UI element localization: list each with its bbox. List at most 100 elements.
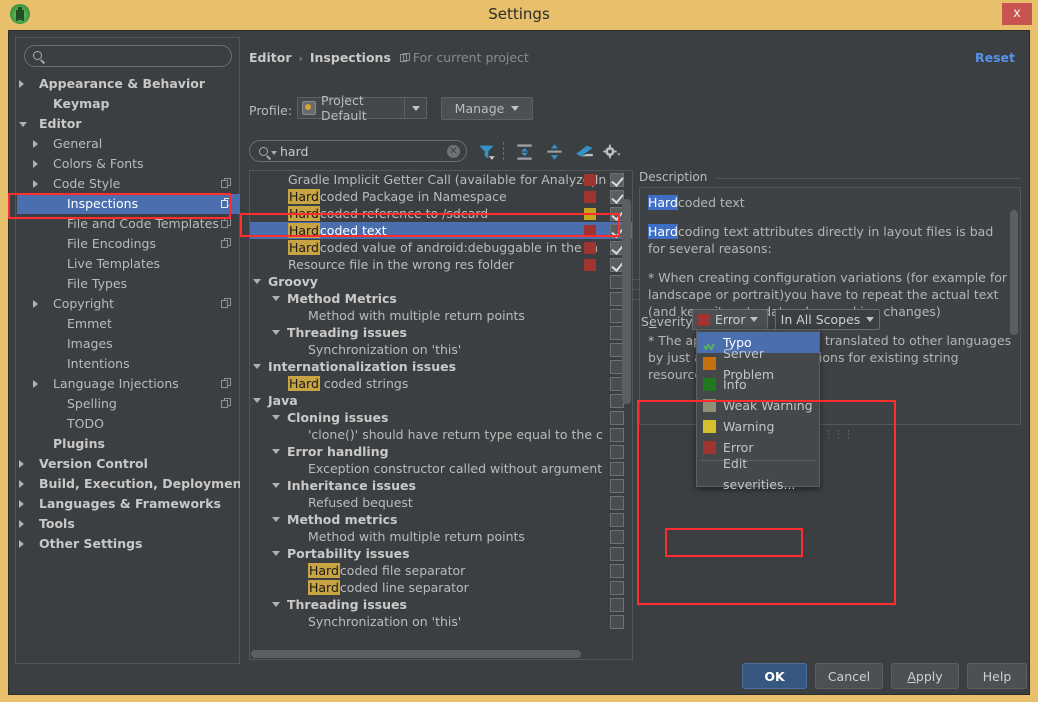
sidebar-item-inspections[interactable]: Inspections: [17, 194, 240, 214]
chevron-down-icon[interactable]: [19, 122, 27, 131]
chevron-down-icon[interactable]: [271, 151, 277, 155]
inspection-checkbox[interactable]: [610, 547, 624, 561]
inspection-row[interactable]: Groovy: [250, 273, 632, 290]
inspection-checkbox[interactable]: [610, 513, 624, 527]
sidebar-item-file-encodings[interactable]: File Encodings: [17, 234, 240, 254]
chevron-down-icon[interactable]: [272, 517, 280, 522]
inspection-checkbox[interactable]: [610, 445, 624, 459]
severity-option-warning[interactable]: Warning: [697, 416, 819, 437]
chevron-down-icon[interactable]: [272, 330, 280, 335]
sidebar-item-editor[interactable]: Editor: [17, 114, 240, 134]
inspection-row[interactable]: Portability issues: [250, 545, 632, 562]
inspection-row[interactable]: Hardcoded text: [250, 222, 632, 239]
sidebar-item-emmet[interactable]: Emmet: [17, 314, 240, 334]
resize-grip-horizontal[interactable]: ⋮⋮⋮⋮: [814, 430, 854, 440]
sidebar-search-input[interactable]: [24, 45, 232, 67]
inspection-search-input[interactable]: hard ✕: [249, 140, 467, 162]
sidebar-item-languages-frameworks[interactable]: Languages & Frameworks: [17, 494, 240, 514]
inspection-row[interactable]: Java: [250, 392, 632, 409]
inspection-row[interactable]: Cloning issues: [250, 409, 632, 426]
chevron-right-icon[interactable]: [19, 500, 24, 508]
inspection-row[interactable]: Synchronization on 'this': [250, 613, 632, 630]
manage-button[interactable]: Manage: [441, 97, 533, 120]
apply-button[interactable]: Apply: [891, 663, 959, 689]
resize-grip-vertical[interactable]: ⋮⋮⋮: [630, 275, 640, 305]
ok-button[interactable]: OK: [742, 663, 807, 689]
sidebar-item-other-settings[interactable]: Other Settings: [17, 534, 240, 554]
chevron-right-icon[interactable]: [19, 520, 24, 528]
clear-icon[interactable]: ✕: [447, 145, 460, 158]
profile-dropdown-arrow[interactable]: [404, 98, 426, 118]
eraser-icon[interactable]: [575, 142, 594, 161]
chevron-right-icon[interactable]: [33, 160, 38, 168]
inspection-checkbox[interactable]: [610, 479, 624, 493]
filter-icon[interactable]: [477, 142, 496, 161]
inspection-row[interactable]: Hard coded strings: [250, 375, 632, 392]
breadcrumb-root[interactable]: Editor: [249, 50, 292, 65]
inspection-row[interactable]: Method metrics: [250, 511, 632, 528]
chevron-down-icon[interactable]: [272, 296, 280, 301]
chevron-down-icon[interactable]: [253, 364, 261, 369]
chevron-down-icon[interactable]: [272, 483, 280, 488]
sidebar-item-images[interactable]: Images: [17, 334, 240, 354]
chevron-down-icon[interactable]: [272, 449, 280, 454]
inspection-row[interactable]: Threading issues: [250, 324, 632, 341]
chevron-right-icon[interactable]: [19, 80, 24, 88]
inspection-list[interactable]: Gradle Implicit Getter Call (available f…: [249, 170, 633, 660]
chevron-right-icon[interactable]: [19, 480, 24, 488]
inspection-row[interactable]: Synchronization on 'this': [250, 341, 632, 358]
sidebar-item-code-style[interactable]: Code Style: [17, 174, 240, 194]
help-button[interactable]: Help: [967, 663, 1027, 689]
sidebar-item-appearance-behavior[interactable]: Appearance & Behavior: [17, 74, 240, 94]
chevron-down-icon[interactable]: [253, 279, 261, 284]
inspection-checkbox[interactable]: [610, 462, 624, 476]
inspection-row[interactable]: Internationalization issues: [250, 358, 632, 375]
inspection-row[interactable]: Hardcoded file separator: [250, 562, 632, 579]
inspection-row[interactable]: Hardcoded line separator: [250, 579, 632, 596]
chevron-down-icon[interactable]: [272, 602, 280, 607]
chevron-right-icon[interactable]: [33, 140, 38, 148]
inspection-row[interactable]: Inheritance issues: [250, 477, 632, 494]
inspection-row[interactable]: Threading issues: [250, 596, 632, 613]
sidebar-item-intentions[interactable]: Intentions: [17, 354, 240, 374]
chevron-right-icon[interactable]: [33, 380, 38, 388]
sidebar-item-keymap[interactable]: Keymap: [17, 94, 240, 114]
inspection-checkbox[interactable]: [610, 428, 624, 442]
inspection-checkbox[interactable]: [610, 615, 624, 629]
sidebar-item-language-injections[interactable]: Language Injections: [17, 374, 240, 394]
inspection-row[interactable]: Hardcoded reference to /sdcard: [250, 205, 632, 222]
inspection-row[interactable]: Method with multiple return points: [250, 528, 632, 545]
severity-option-weak-warning[interactable]: Weak Warning: [697, 395, 819, 416]
inspection-row[interactable]: Method with multiple return points: [250, 307, 632, 324]
sidebar-item-file-types[interactable]: File Types: [17, 274, 240, 294]
inspection-row[interactable]: Exception constructor called without arg…: [250, 460, 632, 477]
inspection-row[interactable]: Method Metrics: [250, 290, 632, 307]
inspection-row[interactable]: Hardcoded value of android:debuggable in…: [250, 239, 632, 256]
inspection-row[interactable]: Error handling: [250, 443, 632, 460]
gear-icon[interactable]: [602, 142, 621, 161]
chevron-right-icon[interactable]: [19, 460, 24, 468]
inspection-checkbox[interactable]: [610, 581, 624, 595]
inspection-row[interactable]: Hardcoded Package in Namespace: [250, 188, 632, 205]
chevron-down-icon[interactable]: [253, 398, 261, 403]
inspection-checkbox[interactable]: [610, 598, 624, 612]
description-scrollbar[interactable]: [1010, 210, 1018, 335]
sidebar-item-copyright[interactable]: Copyright: [17, 294, 240, 314]
sidebar-item-general[interactable]: General: [17, 134, 240, 154]
sidebar-item-build-execution-deployment[interactable]: Build, Execution, Deployment: [17, 474, 240, 494]
severity-dropdown-menu[interactable]: Typo Server Problem Info Weak Warning Warnin…: [696, 329, 820, 492]
inspection-row[interactable]: Refused bequest: [250, 494, 632, 511]
reset-link[interactable]: Reset: [975, 50, 1015, 65]
sidebar-item-todo[interactable]: TODO: [17, 414, 240, 434]
inspection-checkbox[interactable]: [610, 496, 624, 510]
inspection-checkbox[interactable]: [610, 530, 624, 544]
inspection-checkbox[interactable]: [610, 564, 624, 578]
severity-select[interactable]: Error: [692, 309, 768, 330]
close-icon[interactable]: x: [1002, 3, 1032, 25]
chevron-right-icon[interactable]: [19, 540, 24, 548]
chevron-right-icon[interactable]: [33, 180, 38, 188]
chevron-down-icon[interactable]: [272, 551, 280, 556]
inspection-row[interactable]: Resource file in the wrong res folder: [250, 256, 632, 273]
edit-severities-item[interactable]: Edit severities...: [697, 456, 819, 492]
sidebar-item-file-and-code-templates[interactable]: File and Code Templates: [17, 214, 240, 234]
